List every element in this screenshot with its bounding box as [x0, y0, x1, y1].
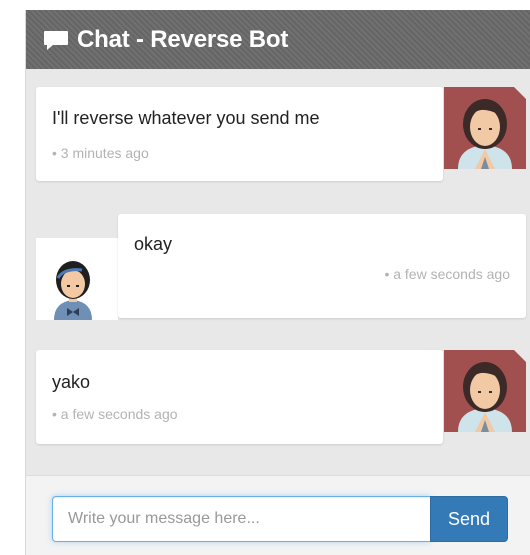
message-text: okay: [134, 234, 173, 254]
bot-avatar: [444, 350, 526, 432]
chat-title: Chat - Reverse Bot: [77, 26, 289, 53]
message-bubble: okay • a few seconds ago: [118, 214, 526, 318]
message-composer: Send: [26, 475, 530, 555]
message-text: I'll reverse whatever you send me: [52, 108, 320, 128]
message-bubble: I'll reverse whatever you send me • 3 mi…: [36, 87, 443, 181]
bot-avatar-icon: [444, 350, 526, 432]
bot-avatar-icon: [444, 87, 526, 169]
user-avatar-icon: [36, 238, 118, 320]
chat-panel: Chat - Reverse Bot I'll reverse whatever…: [25, 10, 530, 555]
user-avatar: [36, 238, 118, 320]
message-text: yako: [52, 372, 91, 392]
message-bubble: yako • a few seconds ago: [36, 350, 443, 444]
message-input[interactable]: [52, 496, 430, 542]
message-timestamp: • a few seconds ago: [384, 266, 510, 282]
chat-header: Chat - Reverse Bot: [26, 10, 530, 69]
message-timestamp: • 3 minutes ago: [52, 145, 149, 161]
bot-avatar: [444, 87, 526, 169]
speech-bubble-icon: [44, 31, 68, 50]
send-button[interactable]: Send: [430, 496, 508, 542]
message-timestamp: • a few seconds ago: [52, 406, 178, 422]
